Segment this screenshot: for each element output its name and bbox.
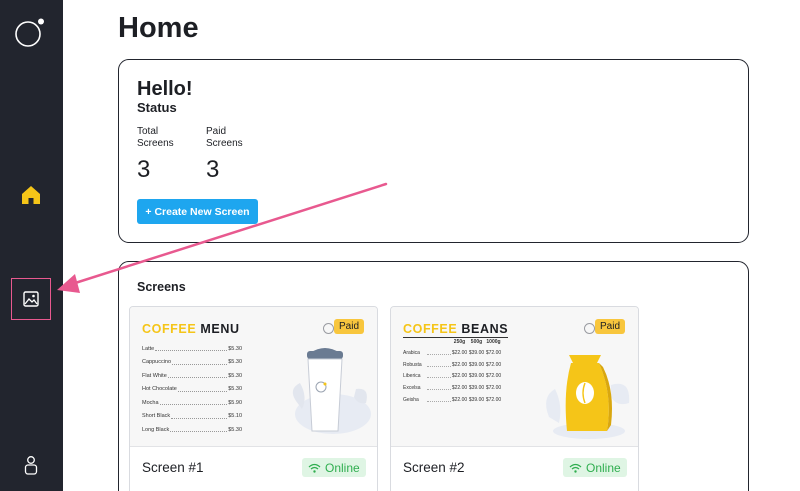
screen-card[interactable]: COFFEE MENU Paid Latte $5.30 Cappuccino $5… (129, 306, 378, 491)
stat-total-screens: Total Screens 3 (137, 126, 187, 184)
table-row: Robusta $22.00 $39.00 $72.00 (403, 361, 502, 368)
wifi-icon (308, 463, 321, 473)
greeting: Hello! (137, 78, 193, 100)
coffee-cup-illustration (292, 348, 371, 434)
list-item: Mocha $5.90 (142, 399, 242, 406)
paid-badge: Paid (595, 319, 626, 334)
screen-name: Screen #1 (142, 460, 204, 475)
table-row: Excelsa $22.00 $39.00 $72.00 (403, 385, 502, 392)
stat-label: Paid Screens (206, 126, 243, 149)
preview-title: COFFEE MENU (142, 322, 240, 336)
select-checkbox[interactable] (323, 323, 334, 334)
home-icon[interactable] (20, 184, 42, 206)
preview-title: COFFEE BEANS (403, 322, 509, 338)
list-item: Short Black $5.10 (142, 413, 242, 420)
stat-value: 3 (206, 156, 220, 183)
logo-icon[interactable] (14, 18, 44, 48)
user-icon[interactable] (23, 455, 39, 475)
screens-heading: Screens (137, 280, 186, 294)
table-row: Liberica $22.00 $39.00 $72.00 (403, 373, 502, 380)
create-new-screen-button[interactable]: + Create New Screen (137, 199, 258, 224)
screen-preview[interactable]: COFFEE BEANS Paid 250g 500g 1000g Arabic… (391, 307, 638, 447)
status-heading: Status (137, 100, 177, 115)
menu-list: Latte $5.30 Cappuccino $5.30 Flat White $5.… (142, 342, 242, 437)
status-badge: Online (302, 458, 366, 477)
table-header: 250g 500g 1000g (453, 339, 501, 345)
status-badge: Online (563, 458, 627, 477)
list-item: Cappuccino $5.30 (142, 359, 242, 366)
screen-card[interactable]: COFFEE BEANS Paid 250g 500g 1000g Arabic… (390, 306, 639, 491)
wifi-icon (569, 463, 582, 473)
page-title: Home (118, 12, 199, 44)
screen-preview[interactable]: COFFEE MENU Paid Latte $5.30 Cappuccino $5… (130, 307, 377, 447)
select-checkbox[interactable] (584, 323, 595, 334)
paid-badge: Paid (334, 319, 365, 334)
stat-value: 3 (137, 156, 151, 183)
status-card: Hello! Status Total Screens 3 Paid Scree… (118, 59, 749, 243)
list-item: Hot Chocolate $5.30 (142, 386, 242, 393)
list-item: Latte $5.30 (142, 345, 242, 352)
sidebar-item-screens[interactable] (11, 278, 51, 320)
coffee-bag-illustration (546, 355, 630, 439)
list-item: Long Black $5.30 (142, 426, 242, 433)
sidebar (0, 0, 63, 491)
list-item: Flat White $5.30 (142, 372, 242, 379)
screens-panel: Screens COFFEE MENU Paid Latte $5.30 Capp… (118, 261, 749, 491)
stat-paid-screens: Paid Screens 3 (206, 126, 256, 184)
table-row: Geisha $22.00 $39.00 $72.00 (403, 397, 502, 404)
stat-label: Total Screens (137, 126, 174, 149)
image-icon (23, 291, 39, 307)
price-table: 250g 500g 1000g Arabica $22.00 $39.00 $72.0… (403, 339, 502, 406)
table-row: Arabica $22.00 $39.00 $72.00 (403, 349, 502, 356)
screen-name: Screen #2 (403, 460, 465, 475)
